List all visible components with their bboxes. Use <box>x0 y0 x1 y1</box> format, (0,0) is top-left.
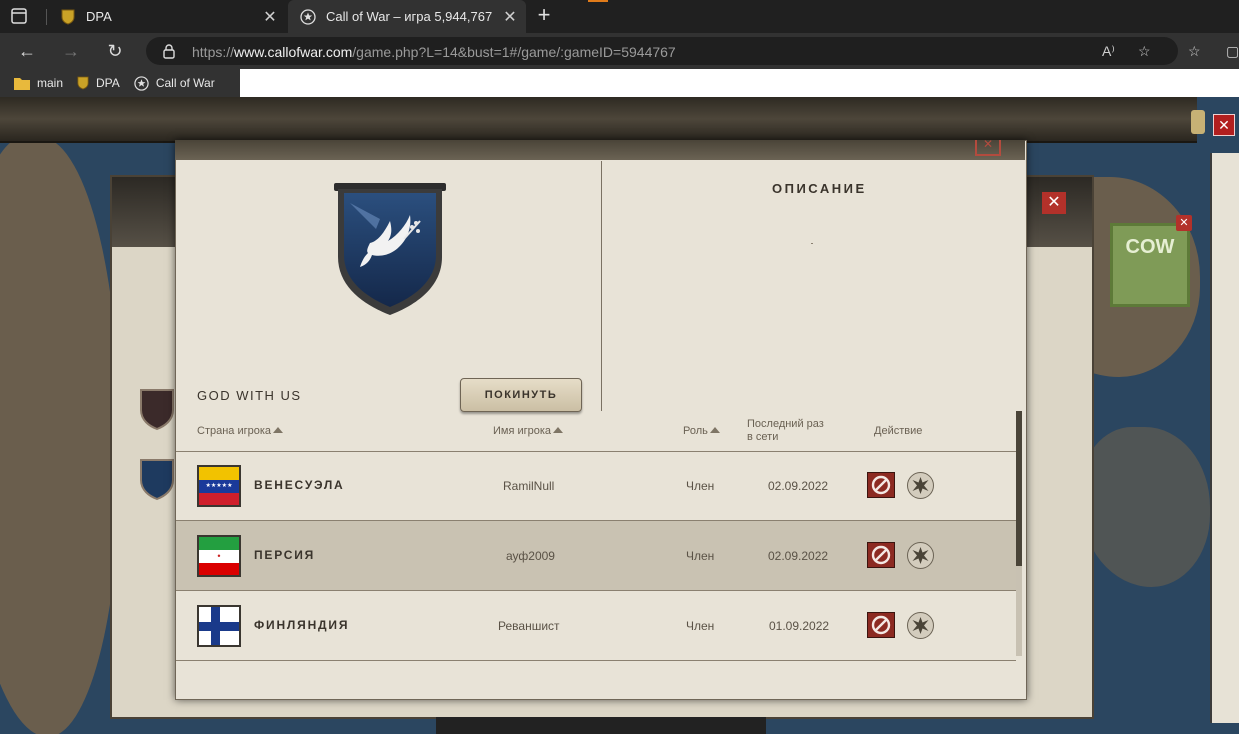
player-name: RamilNull <box>503 479 555 493</box>
promote-member-button[interactable] <box>907 472 934 499</box>
kick-member-button[interactable] <box>867 612 895 638</box>
tab-call-of-war[interactable]: Call of War – игра 5,944,767 ✕ <box>288 0 526 33</box>
last-online-date: 01.09.2022 <box>769 619 830 633</box>
sort-arrow-icon <box>553 427 564 433</box>
flag-persia-icon: • <box>197 535 241 577</box>
close-tab-icon[interactable]: ✕ <box>500 7 520 27</box>
player-role: Член <box>686 479 715 493</box>
member-row[interactable]: ★★★★★ ВЕНЕСУЭЛА RamilNull Член 02.09.202… <box>176 451 1016 521</box>
flag-venezuela-icon: ★★★★★ <box>197 465 241 507</box>
members-scrollbar[interactable] <box>1016 411 1022 656</box>
pane-divider <box>601 161 602 411</box>
kick-member-button[interactable] <box>867 472 895 498</box>
map-landmass <box>0 137 120 734</box>
iron-cross-icon <box>912 477 929 494</box>
day-status-bar <box>436 717 766 734</box>
leave-coalition-button[interactable]: ПОКИНУТЬ <box>460 378 582 412</box>
tab-activity-indicator <box>588 0 608 2</box>
members-table-header: Страна игрока Имя игрока Роль Последний … <box>176 411 1016 452</box>
column-header-action: Действие <box>874 425 923 437</box>
url-text: https://www.callofwar.com/game.php?L=14&… <box>192 44 676 60</box>
sort-arrow-icon <box>709 427 720 433</box>
top-bar-handle <box>1191 110 1205 134</box>
player-role: Член <box>686 549 715 563</box>
ban-icon <box>871 615 891 635</box>
coalition-summary: GOD WITH US ПОКИНУТЬ <box>176 161 601 412</box>
add-favorite-icon[interactable]: ☆ <box>1138 43 1151 60</box>
member-row[interactable]: ФИНЛЯНДИЯ Реваншист Член 01.09.2022 <box>176 591 1016 661</box>
tab-dpa[interactable]: DPA ✕ <box>48 0 286 33</box>
bookmarks-bar: main DPA Call of War <box>0 69 240 97</box>
forward-icon[interactable]: → <box>60 40 82 62</box>
country-name: ВЕНЕСУЭЛА <box>254 478 345 492</box>
close-game-bar-icon[interactable]: ✕ <box>1213 114 1235 136</box>
collections-icon[interactable]: ▢ <box>1226 43 1239 60</box>
scrollbar-thumb[interactable] <box>1016 411 1022 566</box>
coalition-crest-icon <box>140 389 174 431</box>
ban-icon <box>871 475 891 495</box>
close-modal-icon[interactable]: ✕ <box>975 140 1001 156</box>
player-role: Член <box>686 619 715 633</box>
column-header-player[interactable]: Имя игрока <box>493 425 564 437</box>
favorites-icon[interactable]: ☆ <box>1188 43 1201 60</box>
column-header-role[interactable]: Роль <box>683 425 720 437</box>
sort-arrow-icon <box>273 427 284 433</box>
bookmark-label: main <box>37 76 64 90</box>
bookmark-main[interactable]: main <box>14 76 63 90</box>
dove-crest-icon <box>334 183 446 315</box>
close-behind-window-icon[interactable]: ✕ <box>1042 192 1066 214</box>
tab-title: DPA <box>86 9 112 24</box>
column-header-country[interactable]: Страна игрока <box>197 425 284 437</box>
coalition-info-modal: GOD WITH US ПОКИНУТЬ ОПИСАНИЕ Страна игр… <box>175 140 1027 700</box>
close-badge-icon[interactable]: ✕ <box>1176 215 1192 231</box>
member-row-selected[interactable]: • ПЕРСИЯ ауф2009 Член 02.09.2022 <box>176 521 1016 591</box>
tab-title: Call of War – игра 5,944,767 <box>326 9 493 24</box>
promote-member-button[interactable] <box>907 542 934 569</box>
address-bar-row: ← → ↻ https://www.callofwar.com/game.php… <box>0 33 1239 69</box>
flag-finland-icon <box>197 605 241 647</box>
description-text <box>811 243 813 244</box>
promote-member-button[interactable] <box>907 612 934 639</box>
star-circle-icon <box>134 75 149 91</box>
url-field[interactable]: https://www.callofwar.com/game.php?L=14&… <box>146 37 1178 65</box>
new-tab-button[interactable]: + <box>532 4 556 28</box>
dpa-shield-icon <box>60 9 76 25</box>
kick-member-button[interactable] <box>867 542 895 568</box>
ban-icon <box>871 545 891 565</box>
tab-actions-icon[interactable] <box>10 7 28 25</box>
last-online-date: 02.09.2022 <box>768 549 829 563</box>
iron-cross-icon <box>912 617 929 634</box>
page-top-blank <box>240 69 1239 97</box>
bookmark-dpa[interactable]: DPA <box>77 76 120 90</box>
dpa-shield-icon <box>77 76 89 90</box>
country-name: ФИНЛЯНДИЯ <box>254 618 350 632</box>
back-icon[interactable]: ← <box>16 40 38 62</box>
folder-icon <box>14 77 30 90</box>
read-aloud-icon[interactable]: A⁾ <box>1102 43 1115 60</box>
close-tab-icon[interactable]: ✕ <box>260 7 280 27</box>
coalition-crest-icon <box>140 459 174 501</box>
country-name: ПЕРСИЯ <box>254 548 316 562</box>
bookmark-label: DPA <box>96 76 120 90</box>
coalition-name: GOD WITH US <box>197 388 302 403</box>
modal-header: ✕ <box>175 140 1025 160</box>
right-side-panel <box>1210 153 1239 723</box>
browser-tab-bar: DPA ✕ Call of War – игра 5,944,767 ✕ + <box>0 0 1239 33</box>
map-landmass <box>1080 427 1210 587</box>
column-header-last-online[interactable]: Последний раз в сети <box>747 418 824 444</box>
player-name: ауф2009 <box>506 549 555 563</box>
refresh-icon[interactable]: ↻ <box>104 40 126 62</box>
iron-cross-icon <box>912 547 929 564</box>
description-title: ОПИСАНИЕ <box>772 181 867 196</box>
cow-logo-badge[interactable]: COW <box>1110 223 1190 307</box>
game-top-bar <box>0 97 1197 143</box>
player-name: Реваншист <box>498 619 560 633</box>
bookmark-call-of-war[interactable]: Call of War <box>134 75 215 91</box>
tab-separator <box>46 9 47 25</box>
bookmark-label: Call of War <box>155 76 215 90</box>
star-circle-icon <box>300 8 316 25</box>
last-online-date: 02.09.2022 <box>768 479 829 493</box>
lock-icon[interactable] <box>162 43 176 64</box>
